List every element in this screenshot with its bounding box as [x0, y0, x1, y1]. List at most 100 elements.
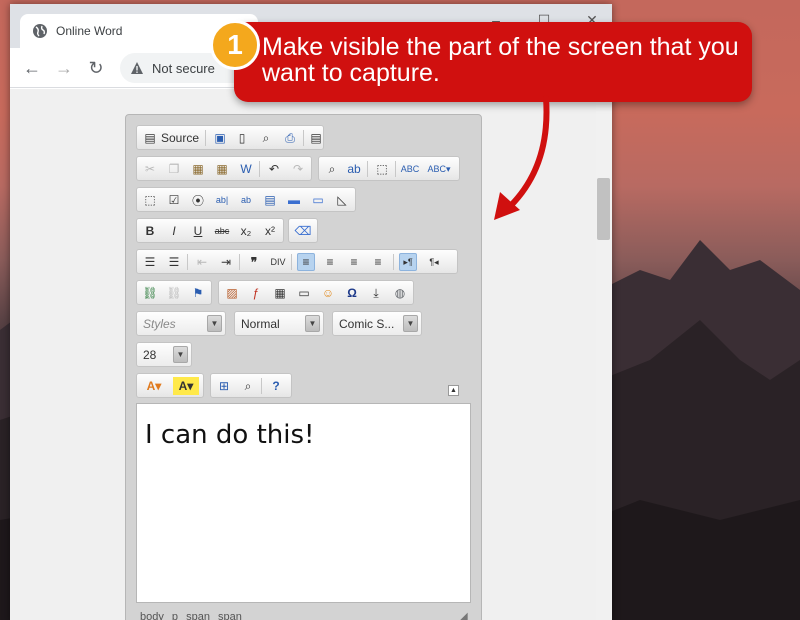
select-all-icon[interactable]: ⬚ [373, 160, 391, 178]
collapse-toolbar-icon[interactable]: ▲ [448, 385, 459, 396]
about-icon[interactable]: ? [267, 377, 285, 395]
outdent-icon[interactable]: ⇤ [193, 253, 211, 271]
spellcheck-icon[interactable]: ABC [401, 160, 420, 178]
font-dropdown[interactable]: Comic S... ▼ [332, 311, 422, 336]
callout-text: Make visible the part of the screen that… [262, 33, 739, 87]
rtl-icon[interactable]: ¶◂ [425, 253, 443, 271]
paste-text-icon[interactable]: ▦ [213, 160, 231, 178]
templates-icon[interactable]: ▤ [307, 129, 325, 147]
justify-icon[interactable]: ≡ [369, 253, 387, 271]
ltr-icon[interactable]: ▸¶ [399, 253, 417, 271]
subscript-icon[interactable]: x₂ [237, 222, 255, 240]
paste-icon[interactable]: ▦ [189, 160, 207, 178]
format-dropdown[interactable]: Normal ▼ [234, 311, 324, 336]
undo-icon[interactable]: ↶ [265, 160, 283, 178]
redo-icon[interactable]: ↷ [289, 160, 307, 178]
editor-content-area[interactable]: I can do this! [136, 403, 471, 603]
scrollbar-thumb[interactable] [597, 178, 610, 240]
special-char-icon[interactable]: Ω [343, 284, 361, 302]
div-icon[interactable]: DIV [269, 253, 287, 271]
numbered-list-icon[interactable]: ☰ [141, 253, 159, 271]
font-dropdown-label: Comic S... [339, 317, 395, 331]
table-icon[interactable]: ▦ [271, 284, 289, 302]
toolbar-insert-group: ▨ ƒ ▦ ▭ ☺ Ω ⤓ ◍ [218, 280, 414, 305]
toolbar-basicstyles-group: B I U abc x₂ x² [136, 218, 284, 243]
cut-icon[interactable]: ✂ [141, 160, 159, 178]
chevron-down-icon: ▼ [403, 315, 418, 332]
select-icon[interactable]: ▤ [261, 191, 279, 209]
radio-icon[interactable]: ⦿ [189, 191, 207, 209]
image-icon[interactable]: ▨ [223, 284, 241, 302]
maximize-icon[interactable]: ⊞ [215, 377, 233, 395]
align-left-icon[interactable]: ≡ [297, 253, 315, 271]
link-icon[interactable]: ⛓ [141, 284, 159, 302]
toolbar-separator [261, 378, 262, 394]
bulleted-list-icon[interactable]: ☰ [165, 253, 183, 271]
print-icon[interactable]: ⎙ [281, 129, 299, 147]
styles-dropdown[interactable]: Styles ▼ [136, 311, 226, 336]
align-right-icon[interactable]: ≡ [345, 253, 363, 271]
imagebutton-icon[interactable]: ▭ [309, 191, 327, 209]
superscript-icon[interactable]: x² [261, 222, 279, 240]
source-icon[interactable]: ▤ [141, 129, 159, 147]
button-icon[interactable]: ▬ [285, 191, 303, 209]
form-icon[interactable]: ⬚ [141, 191, 159, 209]
replace-icon[interactable]: ab [345, 160, 363, 178]
underline-icon[interactable]: U [189, 222, 207, 240]
path-item-span[interactable]: span [218, 611, 242, 620]
page-break-icon[interactable]: ⤓ [367, 284, 385, 302]
align-center-icon[interactable]: ≡ [321, 253, 339, 271]
horizontal-rule-icon[interactable]: ▭ [295, 284, 313, 302]
toolbar-separator [393, 254, 394, 270]
strike-icon[interactable]: abc [213, 222, 231, 240]
textarea-icon[interactable]: ab [237, 191, 255, 209]
hiddenfield-icon[interactable]: ◺ [333, 191, 351, 209]
show-blocks-icon[interactable]: ⌕ [239, 377, 257, 395]
smiley-icon[interactable]: ☺ [319, 284, 337, 302]
toolbar-links-group: ⛓ ⛓ ⚑ [136, 280, 212, 305]
callout-box: Make visible the part of the screen that… [234, 22, 752, 102]
italic-icon[interactable]: I [165, 222, 183, 240]
textfield-icon[interactable]: ab| [213, 191, 231, 209]
paste-word-icon[interactable]: W [237, 160, 255, 178]
new-page-icon[interactable]: ▯ [233, 129, 251, 147]
toolbar-separator [205, 130, 206, 146]
back-icon[interactable]: ← [20, 56, 44, 80]
anchor-icon[interactable]: ⚑ [189, 284, 207, 302]
editor-content-text[interactable]: I can do this! [145, 420, 314, 450]
toolbar-document-group: ▤ Source ▣ ▯ ⌕ ⎙ ▤ [136, 125, 324, 150]
source-button-label[interactable]: Source [161, 131, 199, 145]
preview-icon[interactable]: ⌕ [257, 129, 275, 147]
warning-icon [131, 62, 143, 74]
toolbar-colors-group: A▾ A▾ [136, 373, 204, 398]
indent-icon[interactable]: ⇥ [217, 253, 235, 271]
rich-text-editor: ▤ Source ▣ ▯ ⌕ ⎙ ▤ ✂ ❐ ▦ ▦ W ↶ ↷ ⌕ ab ⬚ … [125, 114, 482, 620]
remove-format-icon[interactable]: ⌫ [294, 222, 312, 240]
iframe-icon[interactable]: ◍ [391, 284, 409, 302]
vertical-scrollbar[interactable] [596, 89, 612, 620]
toolbar-separator [291, 254, 292, 270]
save-icon[interactable]: ▣ [211, 129, 229, 147]
globe-icon [33, 24, 47, 38]
find-icon[interactable]: ⌕ [323, 160, 341, 178]
path-item-body[interactable]: body [140, 611, 164, 620]
bold-icon[interactable]: B [141, 222, 159, 240]
text-color-icon[interactable]: A▾ [141, 377, 167, 395]
blockquote-icon[interactable]: ❞ [245, 253, 263, 271]
checkbox-icon[interactable]: ☑ [165, 191, 183, 209]
bg-color-icon[interactable]: A▾ [173, 377, 199, 395]
toolbar-separator [259, 161, 260, 177]
reload-icon[interactable]: ↻ [84, 56, 108, 80]
forward-icon[interactable]: → [52, 56, 76, 80]
toolbar-separator [367, 161, 368, 177]
path-item-span[interactable]: span [186, 611, 210, 620]
font-size-dropdown[interactable]: 28 ▼ [136, 342, 192, 367]
resize-grip-icon[interactable]: ◢ [460, 611, 472, 620]
toolbar-separator [395, 161, 396, 177]
chevron-down-icon: ▼ [173, 346, 188, 363]
unlink-icon[interactable]: ⛓ [165, 284, 183, 302]
scayt-icon[interactable]: ABC▾ [425, 160, 453, 178]
copy-icon[interactable]: ❐ [165, 160, 183, 178]
path-item-p[interactable]: p [172, 611, 178, 620]
flash-icon[interactable]: ƒ [247, 284, 265, 302]
